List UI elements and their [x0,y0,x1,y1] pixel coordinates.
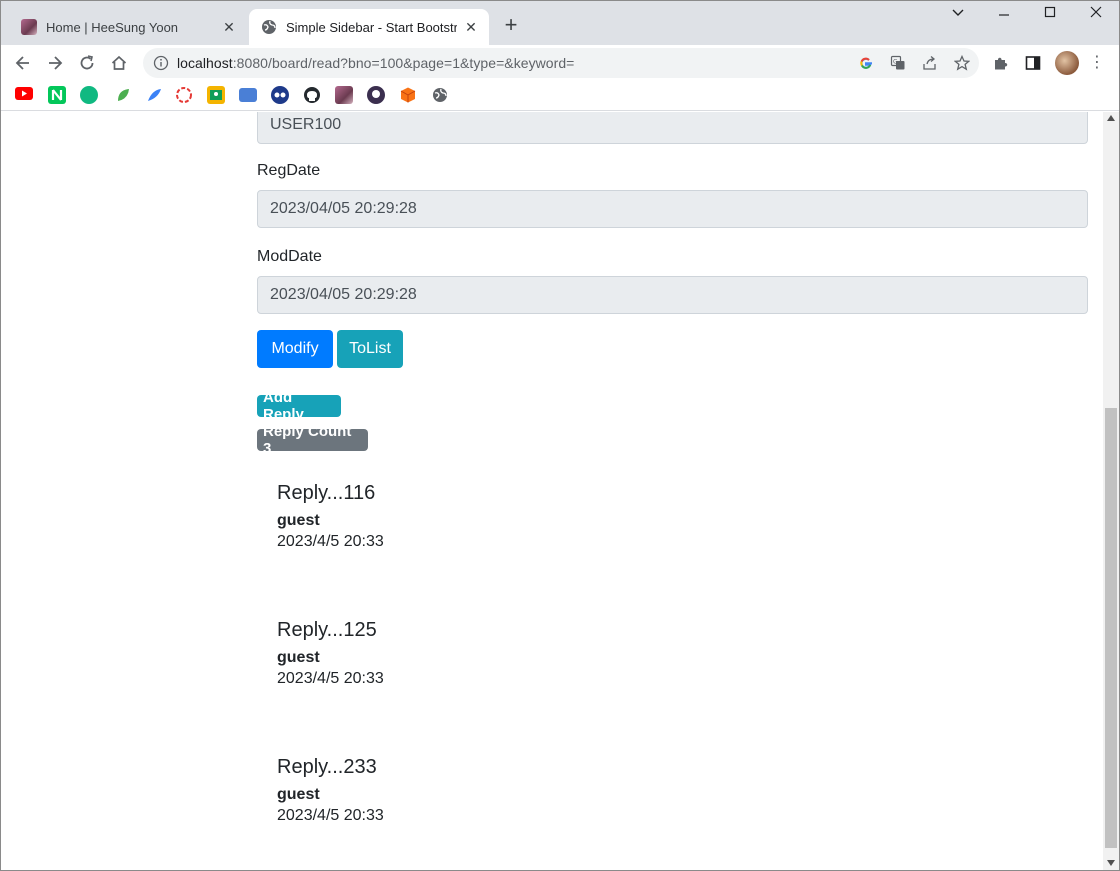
writer-field[interactable]: USER100 [257,112,1088,144]
github-icon[interactable] [303,86,321,104]
tab-simple-sidebar[interactable]: Simple Sidebar - Start Bootstrap ✕ [249,9,489,45]
regdate-field[interactable]: 2023/04/05 20:29:28 [257,190,1088,228]
owl-icon[interactable] [271,86,289,104]
share-icon[interactable] [921,54,939,72]
tab-title: Simple Sidebar - Start Bootstrap [286,19,457,35]
app-icon[interactable] [80,86,98,104]
url-text[interactable]: localhost:8080/board/read?bno=100&page=1… [177,55,574,71]
info-icon[interactable] [153,55,169,71]
dbdiagram-icon[interactable] [239,88,257,102]
reply-writer: guest [277,649,320,666]
home-icon[interactable] [105,49,133,77]
new-tab-button[interactable]: + [499,14,523,38]
classroom-icon[interactable] [207,86,225,104]
forward-icon[interactable] [41,49,69,77]
reload-icon[interactable] [73,49,101,77]
close-icon[interactable]: ✕ [463,19,479,36]
add-reply-badge[interactable]: Add Reply [257,389,341,423]
reply-text: Reply...233 [277,756,377,778]
tab-search-icon[interactable] [935,5,981,29]
browser-window: Home | HeeSung Yoon ✕ Simple Sidebar - S… [0,0,1120,871]
youtube-icon[interactable] [15,87,33,100]
reply-item[interactable]: Reply...116 guest 2023/4/5 20:33 [277,482,877,551]
tab-strip: Home | HeeSung Yoon ✕ Simple Sidebar - S… [1,1,1119,45]
photo-icon [21,19,37,35]
scroll-thumb[interactable] [1105,408,1117,848]
svg-text:G: G [893,59,898,66]
feather-icon[interactable] [145,86,163,104]
moddate-label: ModDate [257,248,322,265]
tab-title: Home | HeeSung Yoon [46,19,179,35]
reply-date: 2023/4/5 20:33 [277,533,384,550]
page-viewport: USER100 RegDate 2023/04/05 20:29:28 ModD… [1,112,1103,870]
reply-item[interactable]: Reply...233 guest 2023/4/5 20:33 [277,756,877,825]
google-icon[interactable] [857,54,875,72]
lifebuoy-icon[interactable] [175,86,193,104]
modify-button[interactable]: Modify [257,330,333,368]
tolist-button[interactable]: ToList [337,330,403,368]
cube-icon[interactable] [399,86,417,104]
bookmarks-bar [1,81,1119,111]
page-scrollbar[interactable] [1103,112,1119,870]
reply-text: Reply...116 [277,482,376,504]
address-bar[interactable]: localhost:8080/board/read?bno=100&page=1… [143,48,979,78]
close-icon[interactable]: ✕ [221,19,237,36]
profile-avatar[interactable] [1055,51,1079,75]
browser-toolbar: localhost:8080/board/read?bno=100&page=1… [1,45,1119,81]
tab-home[interactable]: Home | HeeSung Yoon ✕ [9,9,247,45]
scroll-down-icon[interactable] [1107,860,1115,866]
globe-icon[interactable] [431,86,449,104]
leaf-icon[interactable] [114,86,132,104]
reply-count-badge[interactable]: Reply Count 3 [257,423,368,457]
sidepanel-icon[interactable] [1023,53,1043,73]
photo-icon[interactable] [335,86,353,104]
minimize-icon[interactable] [981,5,1027,29]
close-window-icon[interactable] [1073,5,1119,29]
naver-icon[interactable] [48,86,66,104]
back-icon[interactable] [9,49,37,77]
reply-date: 2023/4/5 20:33 [277,670,384,687]
reply-date: 2023/4/5 20:33 [277,807,384,824]
mascot-icon[interactable] [367,86,385,104]
maximize-icon[interactable] [1027,5,1073,29]
reply-item[interactable]: Reply...125 guest 2023/4/5 20:33 [277,619,877,688]
scroll-up-icon[interactable] [1107,115,1115,121]
reply-text: Reply...125 [277,619,377,641]
menu-icon[interactable]: ⋮ [1089,53,1105,73]
reply-writer: guest [277,512,320,529]
extensions-icon[interactable] [991,53,1011,73]
translate-icon[interactable]: G [889,54,907,72]
reply-writer: guest [277,786,320,803]
moddate-field[interactable]: 2023/04/05 20:29:28 [257,276,1088,314]
star-icon[interactable] [953,54,971,72]
regdate-label: RegDate [257,162,321,179]
globe-icon [261,19,277,35]
